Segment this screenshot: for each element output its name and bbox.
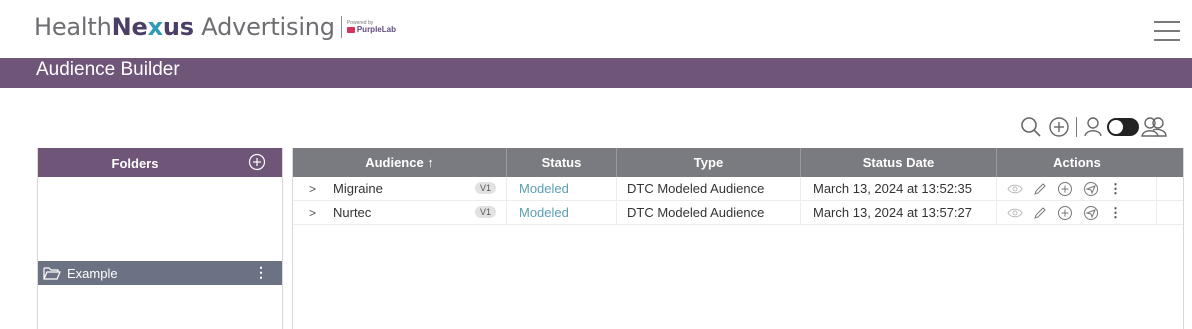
purplelab-text: PurpleLab xyxy=(356,24,396,34)
folder-open-icon xyxy=(43,266,61,280)
status-date-cell: March 13, 2024 at 13:52:35 xyxy=(801,177,997,200)
hamburger-line xyxy=(1154,30,1180,32)
audience-name: Nurtec xyxy=(333,205,372,220)
folders-panel: Folders Example ⋮ xyxy=(37,148,283,329)
powered-by-badge: Powered by PurpleLab xyxy=(346,20,396,34)
more-vertical-icon[interactable]: ⋮ xyxy=(254,264,268,281)
audience-cell: > Nurtec V1 xyxy=(293,201,507,224)
add-circle-icon[interactable] xyxy=(1048,116,1070,138)
brand-suffix: Advertising xyxy=(193,13,335,41)
pencil-icon[interactable] xyxy=(1033,206,1047,220)
status-link[interactable]: Modeled xyxy=(507,201,617,224)
table-header: Audience ↑ Status Type Status Date Actio… xyxy=(293,148,1183,177)
brand-x: x xyxy=(147,13,163,41)
brand-logo: HealthNexus Advertising Powered by Purpl… xyxy=(34,10,396,44)
actions-cell: ⋮ xyxy=(997,201,1157,224)
send-icon[interactable] xyxy=(1083,181,1099,197)
page-title: Audience Builder xyxy=(36,59,180,80)
add-circle-icon[interactable] xyxy=(1057,205,1073,221)
hamburger-line xyxy=(1154,39,1180,41)
column-header-status[interactable]: Status xyxy=(507,148,617,177)
add-folder-icon[interactable] xyxy=(248,153,266,176)
view-toggle-switch[interactable] xyxy=(1107,118,1139,136)
toggle-knob xyxy=(1109,120,1123,134)
audience-table: Audience ↑ Status Type Status Date Actio… xyxy=(292,148,1184,329)
column-header-audience[interactable]: Audience ↑ xyxy=(293,148,507,177)
brand-name: HealthNexus Advertising xyxy=(34,13,335,41)
user-icon[interactable] xyxy=(1083,116,1103,138)
actions-cell: ⋮ xyxy=(997,177,1157,200)
column-header-type[interactable]: Type xyxy=(617,148,801,177)
purplelab-mark-icon xyxy=(346,26,355,33)
audience-name: Migraine xyxy=(333,181,383,196)
brand-bold-a: Ne xyxy=(111,13,148,41)
status-link[interactable]: Modeled xyxy=(507,177,617,200)
send-icon[interactable] xyxy=(1083,205,1099,221)
page-title-bar: Audience Builder xyxy=(0,58,1192,88)
column-header-status-date[interactable]: Status Date xyxy=(801,148,997,177)
users-icon[interactable] xyxy=(1141,116,1167,138)
table-row: > Nurtec V1 Modeled DTC Modeled Audience… xyxy=(293,201,1183,225)
eye-icon[interactable] xyxy=(1007,183,1023,195)
hamburger-line xyxy=(1154,21,1180,23)
purplelab-logo: PurpleLab xyxy=(346,24,396,34)
expand-row-icon[interactable]: > xyxy=(309,182,333,196)
pencil-icon[interactable] xyxy=(1033,182,1047,196)
toolbar-divider xyxy=(1076,117,1077,137)
expand-row-icon[interactable]: > xyxy=(309,206,333,220)
version-badge: V1 xyxy=(474,182,496,194)
hamburger-menu-icon[interactable] xyxy=(1154,21,1180,41)
version-badge: V1 xyxy=(474,206,496,218)
folder-item-example[interactable]: Example ⋮ xyxy=(38,261,282,285)
column-header-actions: Actions xyxy=(1053,155,1101,170)
folders-header: Folders xyxy=(38,148,282,177)
status-date-cell: March 13, 2024 at 13:57:27 xyxy=(801,201,997,224)
table-row: > Migraine V1 Modeled DTC Modeled Audien… xyxy=(293,177,1183,201)
more-vertical-icon[interactable]: ⋮ xyxy=(1109,181,1122,197)
search-icon[interactable] xyxy=(1020,116,1042,138)
brand-bold-b: us xyxy=(162,13,194,41)
brand-prefix: Health xyxy=(34,13,112,41)
audience-cell: > Migraine V1 xyxy=(293,177,507,200)
toolbar xyxy=(1020,112,1167,142)
folder-label: Example xyxy=(67,265,118,281)
type-cell: DTC Modeled Audience xyxy=(617,201,801,224)
eye-icon[interactable] xyxy=(1007,207,1023,219)
folders-title: Folders xyxy=(111,156,159,171)
add-circle-icon[interactable] xyxy=(1057,181,1073,197)
type-cell: DTC Modeled Audience xyxy=(617,177,801,200)
brand-divider xyxy=(340,16,342,38)
more-vertical-icon[interactable]: ⋮ xyxy=(1109,205,1122,221)
